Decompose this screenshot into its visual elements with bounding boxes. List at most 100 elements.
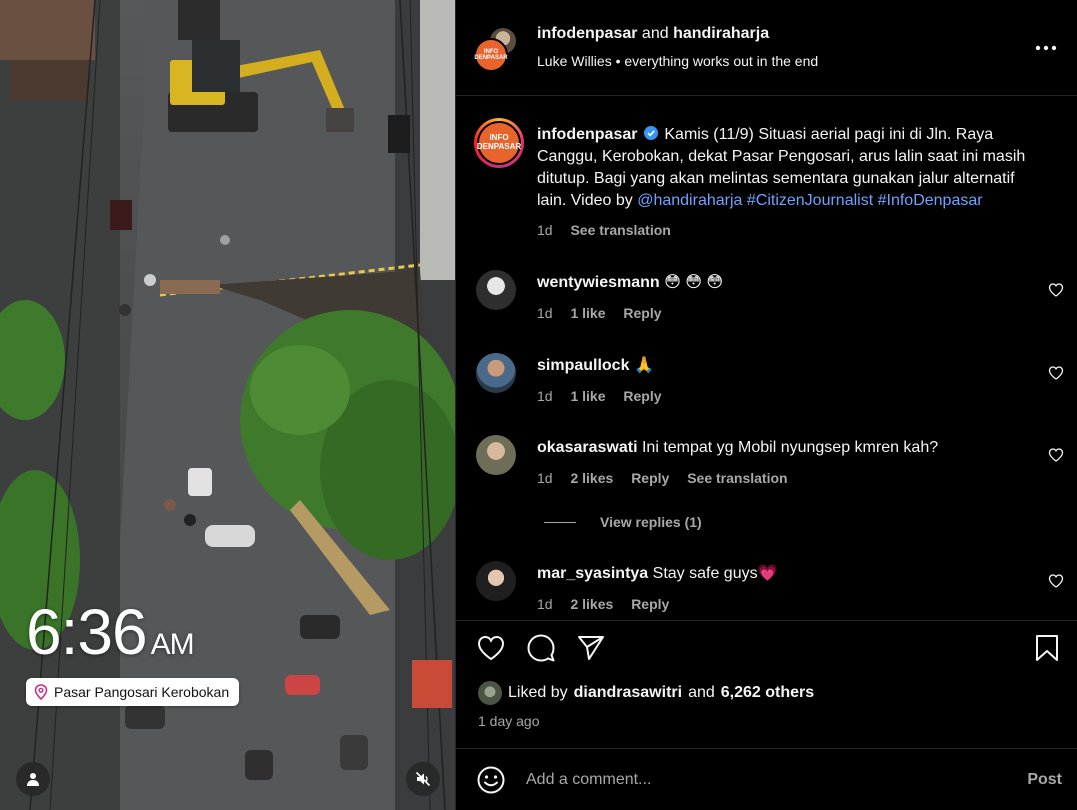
comment-username[interactable]: okasaraswati: [537, 439, 638, 456]
post-actions-bar: [456, 620, 1077, 674]
likes-others-count[interactable]: 6,262 others: [721, 684, 814, 702]
audio-track[interactable]: everything works out in the end: [624, 53, 818, 69]
comment-age: 1d: [537, 596, 553, 612]
heart-icon[interactable]: [1048, 447, 1064, 463]
time-value: 6:36: [26, 596, 148, 668]
comment-text: simpaullock 🙏: [537, 355, 654, 377]
comment-avatar[interactable]: [476, 270, 516, 310]
likes-joiner: and: [688, 684, 715, 701]
mute-button[interactable]: [406, 762, 440, 796]
heart-icon[interactable]: [1048, 365, 1064, 381]
comment-username[interactable]: mar_syasintya: [537, 565, 648, 582]
location-pin-icon: [34, 684, 48, 700]
comment-username[interactable]: wentywiesmann: [537, 274, 660, 291]
add-comment-bar: Post: [456, 748, 1077, 810]
comment-body: Ini tempat yg Mobil nyungsep kmren kah?: [641, 439, 939, 456]
post-details-panel: INFO DENPASAR infodenpasar and handiraha…: [455, 0, 1077, 810]
comment-body: 🙏: [633, 357, 654, 374]
comment-item: okasaraswati Ini tempat yg Mobil nyungse…: [474, 435, 1064, 495]
reply-button[interactable]: Reply: [623, 305, 661, 321]
comment-button[interactable]: [526, 633, 556, 663]
location-sticker[interactable]: Pasar Pangosari Kerobokan: [26, 678, 240, 706]
heart-icon[interactable]: [1048, 282, 1064, 298]
collab-avatars[interactable]: INFO DENPASAR: [474, 26, 518, 72]
comment-text: okasaraswati Ini tempat yg Mobil nyungse…: [537, 437, 938, 459]
comment-username[interactable]: simpaullock: [537, 357, 629, 374]
more-horizontal-icon: [1035, 45, 1057, 51]
comment-age: 1d: [537, 388, 553, 404]
caption-avatar[interactable]: INFO DENPASAR: [474, 118, 524, 168]
audio-artist[interactable]: Luke Willies: [537, 53, 612, 69]
share-button[interactable]: [576, 633, 606, 663]
liker-avatar: [478, 681, 502, 705]
view-replies-button[interactable]: View replies (1): [544, 514, 702, 530]
likes-summary[interactable]: Liked by diandrasawitri and 6,262 others: [478, 681, 814, 705]
post-viewer: 6:36 AM Pasar Pangosari Kerobokan INFO D…: [0, 0, 1077, 810]
verified-badge-icon: [643, 126, 658, 140]
reply-button[interactable]: Reply: [631, 596, 669, 612]
time-overlay: 6:36 AM: [26, 600, 195, 664]
caption-username[interactable]: infodenpasar: [537, 126, 637, 143]
post-header: INFO DENPASAR infodenpasar and handiraha…: [456, 0, 1077, 96]
collab-authors: infodenpasar and handiraharja: [537, 25, 769, 43]
location-label: Pasar Pangosari Kerobokan: [54, 684, 230, 700]
comment-bubble-icon: [527, 634, 555, 662]
caption-age: 1d: [537, 222, 553, 238]
paper-plane-icon: [578, 636, 604, 660]
speaker-muted-icon: [415, 771, 431, 787]
post-video[interactable]: 6:36 AM Pasar Pangosari Kerobokan: [0, 0, 455, 810]
audio-attribution[interactable]: Luke Willies • everything works out in t…: [537, 53, 818, 69]
hashtag-link-2[interactable]: #InfoDenpasar: [878, 192, 983, 209]
replies-divider: [544, 521, 576, 523]
comment-meta: 1d 1 like Reply: [537, 388, 676, 404]
bookmark-icon: [1036, 635, 1058, 661]
likes-prefix: Liked by: [508, 684, 568, 701]
liker-username[interactable]: diandrasawitri: [574, 684, 682, 702]
like-button[interactable]: [476, 633, 506, 663]
comment-avatar[interactable]: [476, 435, 516, 475]
comment-item: mar_syasintya Stay safe guys💗 1d 2 likes…: [474, 561, 1064, 621]
comment-age: 1d: [537, 470, 553, 486]
reply-button[interactable]: Reply: [631, 470, 669, 486]
caption-text: infodenpasar Kamis (11/9) Situasi aerial…: [537, 124, 1037, 212]
brand-avatar-text: INFO DENPASAR: [474, 48, 508, 61]
tagged-users-button[interactable]: [16, 762, 50, 796]
comment-like-count[interactable]: 1 like: [570, 305, 605, 321]
view-replies-label: View replies (1): [600, 514, 702, 530]
comment-age: 1d: [537, 305, 553, 321]
author-link-infodenpasar[interactable]: infodenpasar: [537, 25, 637, 42]
comment-text: wentywiesmann 😳 😳 😳: [537, 272, 723, 294]
caption-meta: 1d See translation: [537, 222, 685, 238]
comment-avatar[interactable]: [476, 561, 516, 601]
mention-link[interactable]: @handiraharja: [637, 192, 742, 209]
see-translation-button[interactable]: See translation: [687, 470, 787, 486]
comment-avatar[interactable]: [476, 353, 516, 393]
comment-text: mar_syasintya Stay safe guys💗: [537, 563, 778, 585]
heart-icon[interactable]: [1048, 573, 1064, 589]
more-options-button[interactable]: [1034, 36, 1058, 60]
audio-separator: •: [615, 53, 621, 69]
time-ampm: AM: [150, 628, 195, 661]
see-translation-button[interactable]: See translation: [570, 222, 670, 238]
comment-body: Stay safe guys💗: [652, 565, 778, 582]
comment-meta: 1d 2 likes Reply: [537, 596, 683, 612]
emoji-smiley-icon[interactable]: [476, 765, 506, 795]
comment-meta: 1d 1 like Reply: [537, 305, 676, 321]
post-timestamp[interactable]: 1 day ago: [478, 713, 540, 729]
author-link-handiraharja[interactable]: handiraharja: [673, 25, 769, 42]
comment-item: wentywiesmann 😳 😳 😳 1d 1 like Reply: [474, 270, 1064, 330]
comment-item: simpaullock 🙏 1d 1 like Reply: [474, 353, 1064, 413]
post-comment-button[interactable]: Post: [1027, 771, 1062, 789]
heart-icon: [477, 635, 505, 661]
caption-avatar-text: INFO DENPASAR: [476, 133, 522, 151]
reply-button[interactable]: Reply: [623, 388, 661, 404]
comment-like-count[interactable]: 1 like: [570, 388, 605, 404]
hashtag-link-1[interactable]: #CitizenJournalist: [747, 192, 873, 209]
authors-joiner: and: [641, 25, 669, 42]
comment-input[interactable]: [526, 768, 976, 792]
comment-like-count[interactable]: 2 likes: [570, 596, 613, 612]
avatar-infodenpasar: INFO DENPASAR: [474, 38, 508, 72]
comment-meta: 1d 2 likes Reply See translation: [537, 470, 802, 486]
save-button[interactable]: [1032, 633, 1062, 663]
comment-like-count[interactable]: 2 likes: [570, 470, 613, 486]
